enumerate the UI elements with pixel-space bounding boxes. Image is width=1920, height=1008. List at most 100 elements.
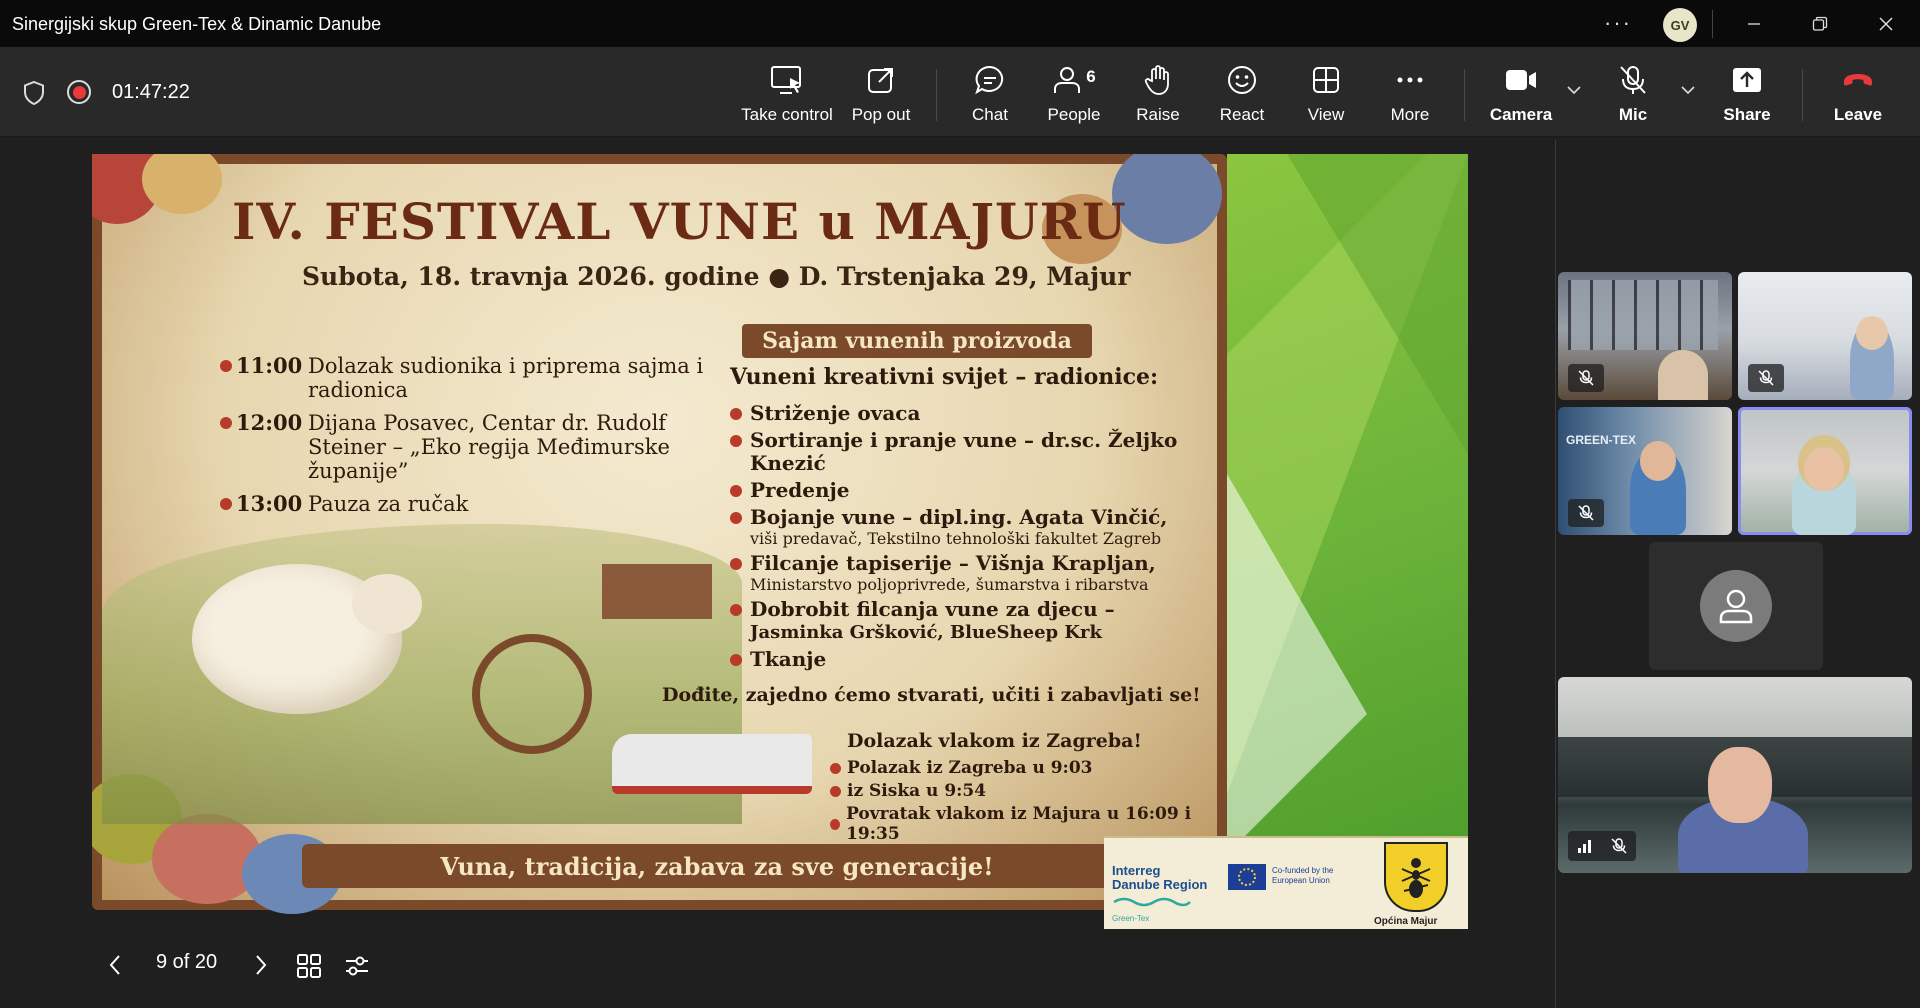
participant-avatar bbox=[1700, 570, 1772, 642]
workshops-list: Striženje ovaca Sortiranje i pranje vune… bbox=[730, 402, 1210, 675]
slide-pager: 9 of 20 bbox=[156, 951, 218, 973]
meeting-toolbar: 01:47:22 Take control Pop out Chat 6 Peo… bbox=[0, 47, 1920, 137]
green-tex-logo-text: Green-Tex bbox=[1112, 914, 1150, 923]
participant-muted-badge bbox=[1568, 499, 1604, 527]
toolbar-divider bbox=[936, 69, 937, 121]
opcina-majur-coat-of-arms-icon bbox=[1384, 842, 1448, 912]
take-control-icon bbox=[771, 66, 801, 94]
signal-strength-icon bbox=[1578, 840, 1591, 853]
mic-muted-icon bbox=[1611, 838, 1627, 854]
close-button[interactable] bbox=[1856, 0, 1916, 47]
green-tex-rollup-text: GREEN-TEX bbox=[1566, 433, 1637, 447]
schedule-item: 11:00 Dolazak sudionika i priprema sajma… bbox=[220, 354, 740, 402]
workshop-item: Sortiranje i pranje vune – dr.sc. Željko… bbox=[730, 429, 1210, 475]
workshop-item: Predenje bbox=[730, 479, 1210, 502]
raise-hand-button[interactable]: Raise bbox=[1128, 61, 1188, 131]
pop-out-button[interactable]: Pop out bbox=[846, 61, 916, 131]
green-tex-wave-icon bbox=[1113, 897, 1191, 907]
meeting-timer: 01:47:22 bbox=[112, 81, 190, 103]
festival-poster: IV. FESTIVAL VUNE u MAJURU Subota, 18. t… bbox=[92, 154, 1227, 914]
leave-button[interactable]: Leave bbox=[1826, 61, 1890, 131]
participant-tile[interactable]: GREEN-TEX bbox=[1558, 407, 1732, 535]
interreg-logo-line1: Interreg bbox=[1112, 863, 1161, 878]
yarn-ball-decoration bbox=[142, 154, 222, 214]
smiley-icon bbox=[1228, 66, 1256, 94]
window-blinds-background bbox=[1568, 280, 1718, 350]
toolbar-divider bbox=[1802, 69, 1803, 121]
poster-footer: Vuna, tradicija, zabava za sve generacij… bbox=[302, 844, 1132, 888]
schedule-item: 12:00 Dijana Posavec, Centar dr. Rudolf … bbox=[220, 411, 740, 483]
window-title: Sinergijski skup Green-Tex & Dinamic Dan… bbox=[12, 14, 382, 34]
mic-button[interactable]: Mic bbox=[1602, 61, 1664, 131]
train-time-item: iz Siska u 9:54 bbox=[830, 781, 1217, 801]
slide-grid-icon[interactable] bbox=[296, 953, 322, 979]
take-control-button[interactable]: Take control bbox=[741, 61, 833, 131]
interreg-logo-line2: Danube Region bbox=[1112, 877, 1208, 892]
share-button[interactable]: Share bbox=[1714, 61, 1780, 131]
train-heading: Dolazak vlakom iz Zagreba! bbox=[847, 730, 1142, 752]
participant-tile-no-video[interactable] bbox=[1649, 542, 1823, 670]
workshop-item: Tkanje bbox=[730, 648, 1210, 671]
slide-green-panel bbox=[1227, 154, 1468, 910]
next-slide-icon[interactable] bbox=[254, 954, 268, 976]
user-avatar[interactable]: GV bbox=[1663, 8, 1697, 42]
participant-face bbox=[1640, 441, 1676, 481]
pop-out-icon bbox=[868, 68, 893, 93]
restore-button[interactable] bbox=[1790, 0, 1850, 47]
train-times: Polazak iz Zagreba u 9:03 iz Siska u 9:5… bbox=[830, 758, 1217, 847]
camera-icon bbox=[1506, 70, 1536, 90]
opcina-majur-text: Općina Majur bbox=[1374, 916, 1438, 927]
workshop-item: Striženje ovaca bbox=[730, 402, 1210, 425]
schedule-item: 13:00 Pauza za ručak bbox=[220, 492, 740, 516]
yarn-ball-decoration bbox=[1112, 154, 1222, 244]
mic-muted-icon bbox=[1758, 370, 1774, 386]
eu-cofunded-text: Co-funded by the European Union bbox=[1272, 866, 1334, 885]
eu-flag-icon bbox=[1228, 864, 1266, 890]
minimize-icon bbox=[1748, 22, 1760, 25]
minimize-button[interactable] bbox=[1724, 0, 1784, 47]
barn-illustration bbox=[602, 564, 712, 619]
more-options-icon[interactable]: ··· bbox=[1604, 10, 1632, 36]
participant-tile-speaking[interactable] bbox=[1738, 407, 1912, 535]
previous-slide-icon[interactable] bbox=[108, 954, 122, 976]
participant-status-badge bbox=[1568, 831, 1636, 861]
restore-icon bbox=[1812, 16, 1828, 31]
more-icon bbox=[1397, 77, 1423, 83]
sheep-head-illustration bbox=[352, 574, 422, 634]
person-icon bbox=[1719, 589, 1753, 624]
participant-muted-badge bbox=[1748, 364, 1784, 392]
mic-options-chevron-icon[interactable] bbox=[1680, 85, 1696, 95]
chat-button[interactable]: Chat bbox=[960, 61, 1020, 131]
participant-face bbox=[1856, 316, 1888, 350]
participant-figure bbox=[1658, 350, 1708, 400]
poster-title: IV. FESTIVAL VUNE u MAJURU bbox=[232, 192, 1127, 251]
slide-settings-sliders-icon[interactable] bbox=[344, 953, 370, 979]
participant-tile[interactable] bbox=[1738, 272, 1912, 400]
participant-tile[interactable] bbox=[1558, 272, 1732, 400]
participant-tile[interactable] bbox=[1558, 677, 1912, 873]
recording-indicator[interactable] bbox=[67, 80, 91, 104]
mic-muted-icon bbox=[1578, 370, 1594, 386]
people-button[interactable]: 6 People bbox=[1044, 61, 1104, 131]
camera-button[interactable]: Camera bbox=[1486, 61, 1556, 131]
poster-subtitle: Subota, 18. travnja 2026. godine ● D. Tr… bbox=[302, 262, 1131, 291]
train-time-item: Polazak iz Zagreba u 9:03 bbox=[830, 758, 1217, 778]
raise-hand-icon bbox=[1144, 65, 1169, 95]
titlebar-divider bbox=[1712, 10, 1713, 38]
train-illustration bbox=[612, 734, 812, 794]
share-screen-icon bbox=[1733, 68, 1761, 92]
camera-options-chevron-icon[interactable] bbox=[1566, 85, 1582, 95]
schedule-list: 11:00 Dolazak sudionika i priprema sajma… bbox=[220, 354, 740, 525]
react-button[interactable]: React bbox=[1212, 61, 1272, 131]
mic-muted-icon bbox=[1578, 505, 1594, 521]
shield-icon[interactable] bbox=[22, 80, 46, 106]
toolbar-divider bbox=[1464, 69, 1465, 121]
title-bar: Sinergijski skup Green-Tex & Dinamic Dan… bbox=[0, 0, 1920, 47]
green-triangles-decoration bbox=[1227, 154, 1468, 854]
sponsor-logos: Interreg Danube Region Green-Tex Co-fund… bbox=[1104, 836, 1468, 929]
more-button[interactable]: More bbox=[1380, 61, 1440, 131]
view-button[interactable]: View bbox=[1296, 61, 1356, 131]
workshop-item: Bojanje vune – dipl.ing. Agata Vinčić, vi… bbox=[730, 506, 1210, 548]
people-icon bbox=[1054, 67, 1081, 93]
workshop-item: Dobrobit filcanja vune za djecu – Jasmink… bbox=[730, 598, 1210, 644]
